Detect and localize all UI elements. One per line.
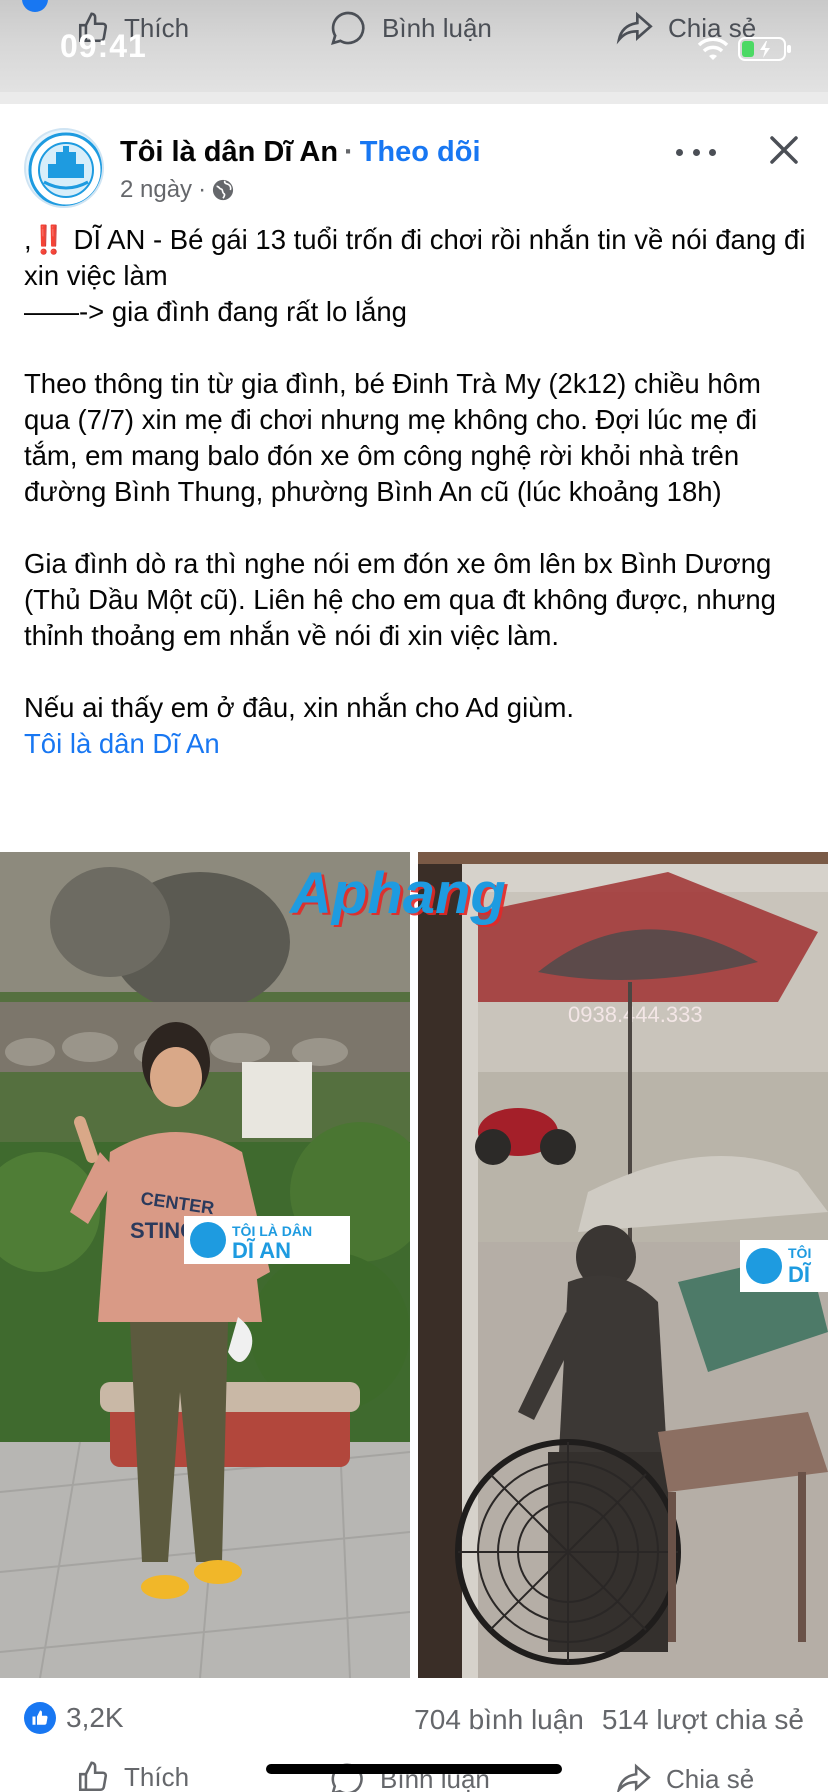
more-options-button[interactable] — [676, 140, 716, 164]
page-name-row: Tôi là dân Dĩ An · Theo dõi — [120, 136, 481, 169]
page-avatar[interactable] — [24, 128, 104, 208]
status-icons — [696, 36, 792, 62]
umbrella-phone: 0938.444.333 — [568, 1002, 703, 1027]
wifi-icon — [697, 37, 729, 60]
text-prefix: , — [24, 224, 32, 255]
follow-button[interactable]: Theo dõi — [360, 136, 481, 168]
post-text-line1: ,‼️ DĨ AN - Bé gái 13 tuổi trốn đi chơi … — [24, 222, 808, 294]
previous-post-action-bar: Thích Bình luận Chia sẻ 09:41 — [0, 0, 828, 100]
like-count[interactable]: 3,2K — [24, 1702, 124, 1734]
share-icon — [616, 11, 653, 45]
status-time: 09:41 — [60, 28, 147, 64]
post-text-line2: ——-> gia đình đang rất lo lắng — [24, 296, 407, 327]
post-text-paragraph: Gia đình dò ra thì nghe nói em đón xe ôm… — [24, 548, 776, 651]
time-separator: · — [198, 176, 207, 203]
post-text-paragraph: Theo thông tin từ gia đình, bé Đinh Trà … — [24, 368, 761, 507]
hide-post-button[interactable] — [764, 130, 804, 170]
post-time[interactable]: 2 ngày — [120, 176, 192, 204]
more-icon — [676, 148, 683, 156]
like-label: Thích — [124, 1761, 190, 1792]
prev-comment-button[interactable]: Bình luận — [328, 0, 492, 56]
close-icon — [770, 136, 798, 164]
photo-cctv[interactable]: 0938.444.333 TÔI DĨ — [418, 852, 828, 1678]
post-divider — [0, 92, 828, 104]
battery-icon — [738, 37, 791, 61]
share-icon — [617, 1763, 651, 1792]
post-meta: 2 ngày · — [120, 176, 234, 204]
photo-girl[interactable]: CENTER STINGERS TÔI LÀ DÂN DĨ AN — [0, 852, 410, 1678]
comment-count[interactable]: 704 bình luận — [414, 1704, 584, 1736]
double-exclamation-icon: ‼️ — [31, 224, 66, 255]
like-reaction-icon — [24, 1702, 56, 1734]
post-text: ,‼️ DĨ AN - Bé gái 13 tuổi trốn đi chơi … — [24, 222, 808, 762]
prev-comment-label: Bình luận — [382, 12, 492, 43]
post-header: Tôi là dân Dĩ An · Theo dõi 2 ngày · — [0, 112, 828, 212]
engagement-counts: 704 bình luận 514 lượt chia sẻ — [414, 1704, 804, 1736]
photo-grid: CENTER STINGERS TÔI LÀ DÂN DĨ AN 0938.44… — [0, 852, 828, 1678]
share-count[interactable]: 514 lượt chia sẻ — [602, 1704, 804, 1736]
home-indicator[interactable] — [266, 1764, 562, 1774]
name-separator: · — [344, 136, 354, 168]
share-button[interactable]: Chia sẻ — [614, 1760, 754, 1792]
page-name[interactable]: Tôi là dân Dĩ An — [120, 136, 338, 168]
like-count-text: 3,2K — [66, 1702, 124, 1733]
reaction-summary: 3,2K 704 bình luận 514 lượt chia sẻ — [0, 1694, 828, 1750]
right-badge-line1: TÔI — [788, 1244, 811, 1261]
badge-line2: DĨ AN — [232, 1238, 291, 1263]
page-mention-link[interactable]: Tôi là dân Dĩ An — [24, 726, 808, 762]
headline-text: DĨ AN - Bé gái 13 tuổi trốn đi chơi rồi … — [24, 224, 806, 291]
badge-line1: TÔI LÀ DÂN — [232, 1222, 312, 1239]
globe-icon — [212, 179, 234, 201]
like-button[interactable]: Thích — [76, 1760, 189, 1792]
watermark-text: Aphang — [290, 861, 506, 926]
share-label: Chia sẻ — [666, 1763, 755, 1792]
reaction-dot — [22, 0, 48, 12]
comment-icon — [331, 11, 365, 45]
post-text-paragraph: Nếu ai thấy em ở đâu, xin nhắn cho Ad gi… — [24, 692, 575, 723]
right-badge-line2: DĨ — [788, 1262, 812, 1287]
watermark: Aphang — [290, 860, 506, 927]
like-icon — [78, 1761, 108, 1792]
